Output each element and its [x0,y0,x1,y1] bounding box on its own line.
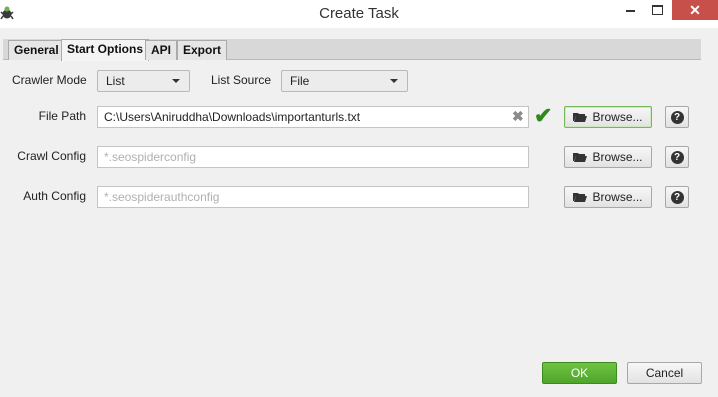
browse-label: Browse... [592,190,643,204]
browse-label: Browse... [592,150,643,164]
question-icon: ? [670,110,684,124]
crawl-config-label: Crawl Config [17,149,86,163]
list-source-value: File [290,74,310,88]
file-path-help-button[interactable]: ? [665,106,689,128]
folder-open-icon [573,192,588,202]
cancel-button[interactable]: Cancel [627,362,702,384]
file-path-browse-button[interactable]: Browse... [564,106,652,128]
crawl-config-browse-button[interactable]: Browse... [564,146,652,168]
tab-api[interactable]: API [145,40,178,60]
folder-open-icon [573,112,588,122]
file-path-input[interactable]: C:\Users\Aniruddha\Downloads\importantur… [97,106,529,128]
list-source-select[interactable]: File [281,70,408,92]
crawler-mode-value: List [106,74,125,88]
valid-checkmark-icon: ✔ [534,103,553,128]
auth-config-label: Auth Config [23,189,86,203]
crawl-config-help-button[interactable]: ? [665,146,689,168]
browse-label: Browse... [592,110,643,124]
auth-config-input[interactable]: *.seospiderauthconfig [97,186,529,208]
clear-icon[interactable]: ✖ [512,106,524,126]
crawler-mode-label: Crawler Mode [12,73,87,87]
auth-config-help-button[interactable]: ? [665,186,689,208]
crawl-config-input[interactable]: *.seospiderconfig [97,146,529,168]
tab-export[interactable]: Export [177,40,228,60]
tab-general[interactable]: General [8,40,65,60]
file-path-label: File Path [38,109,86,123]
folder-open-icon [573,152,588,162]
close-button[interactable]: ✕ [672,0,718,20]
list-source-label: List Source [211,73,272,87]
question-icon: ? [670,190,684,204]
crawler-mode-select[interactable]: List [97,70,190,92]
question-icon: ? [670,150,684,164]
ok-button[interactable]: OK [542,362,617,384]
tab-start-options[interactable]: Start Options [61,39,150,61]
maximize-button[interactable] [646,0,668,20]
window-title: Create Task [319,5,399,22]
auth-config-browse-button[interactable]: Browse... [564,186,652,208]
chevron-down-icon [172,79,180,83]
chevron-down-icon [390,79,398,83]
minimize-button[interactable] [619,0,641,20]
